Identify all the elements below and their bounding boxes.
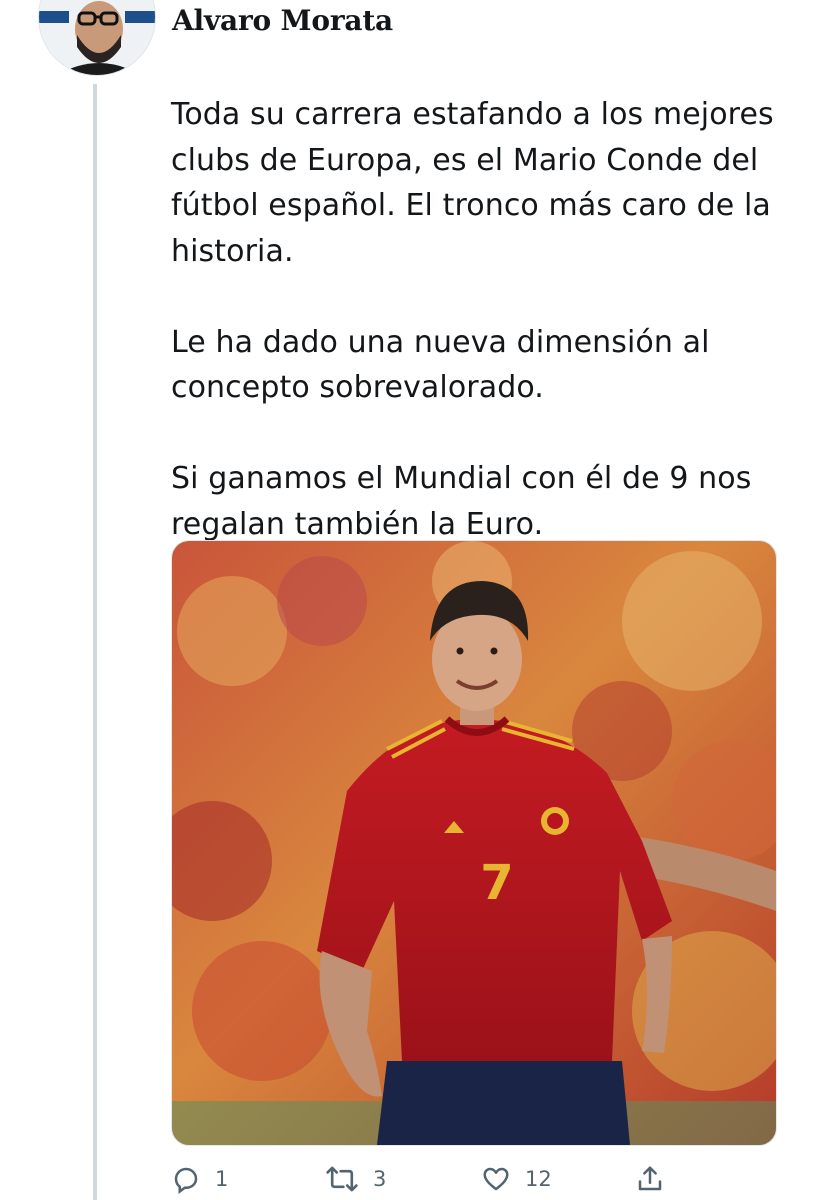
retweet-button[interactable]: 3 (325, 1158, 386, 1200)
retweet-icon (325, 1164, 359, 1194)
share-icon (635, 1164, 665, 1194)
reply-button[interactable]: 1 (171, 1158, 228, 1200)
thread-line (93, 84, 97, 1200)
tweet-paragraph: Si ganamos el Mundial con él de 9 nos re… (171, 461, 752, 542)
heart-icon (481, 1164, 511, 1194)
reply-count: 1 (215, 1167, 229, 1191)
avatar-photo (39, 0, 155, 75)
jersey-number: 7 (480, 855, 513, 911)
tweet-page: Alvaro Morata Toda su carrera estafando … (0, 0, 815, 1200)
retweet-count: 3 (373, 1167, 387, 1191)
like-button[interactable]: 12 (481, 1158, 552, 1200)
avatar[interactable] (38, 0, 156, 76)
tweet-text: Toda su carrera estafando a los mejores … (171, 92, 791, 547)
author-name[interactable]: Alvaro Morata (172, 4, 393, 37)
tweet-photo[interactable]: 7 (171, 540, 777, 1146)
tweet-paragraph: Le ha dado una nueva dimensión al concep… (171, 324, 710, 406)
share-button[interactable] (635, 1158, 665, 1200)
reply-icon (171, 1164, 201, 1194)
tweet-actions: 1 3 12 (171, 1158, 771, 1200)
football-player-photo: 7 (172, 541, 776, 1145)
tweet-paragraph: Toda su carrera estafando a los mejores … (171, 97, 774, 269)
like-count: 12 (525, 1167, 552, 1191)
